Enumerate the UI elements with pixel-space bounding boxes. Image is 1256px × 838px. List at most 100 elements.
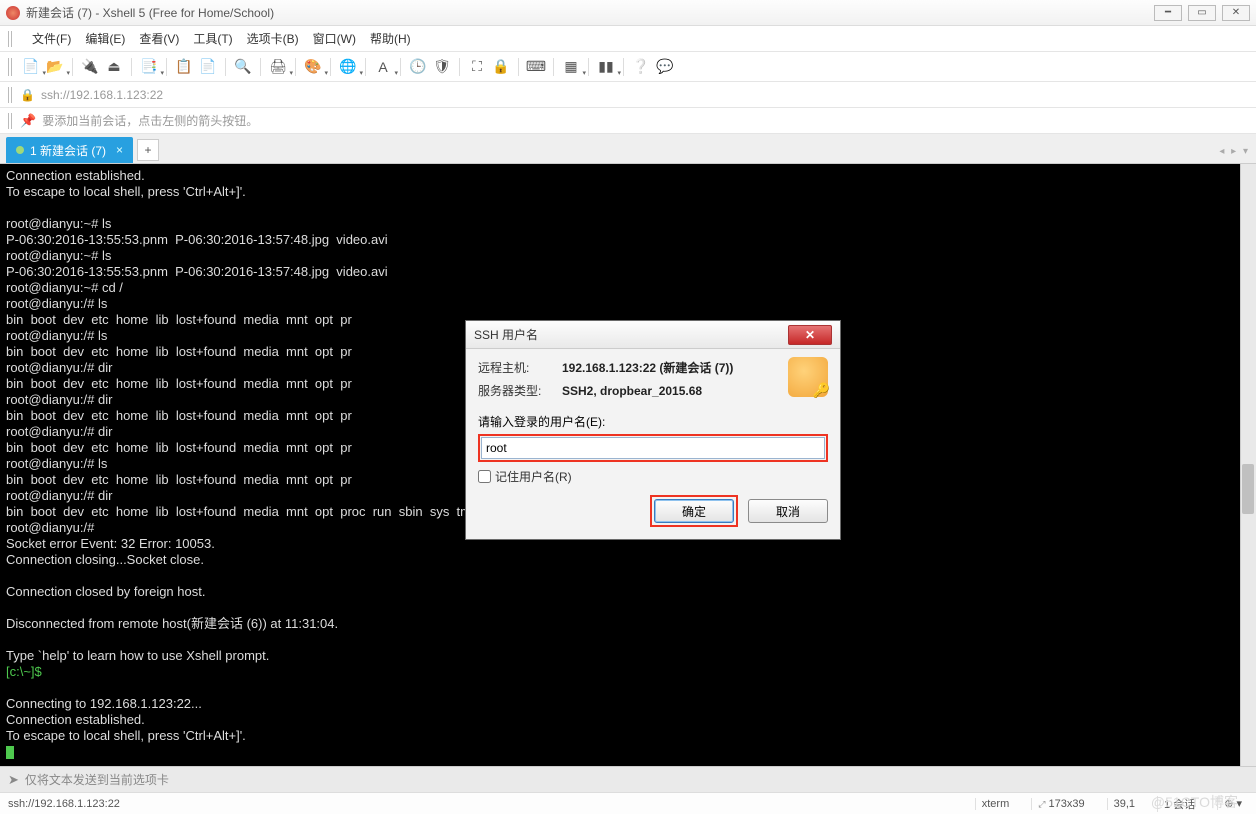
menu-window[interactable]: 窗口(W) xyxy=(313,30,356,47)
disconnect-button[interactable]: ⏏ xyxy=(103,56,125,78)
lock-icon: 🔒 xyxy=(20,88,35,102)
term-line: bin boot dev etc home lib lost+found med… xyxy=(6,472,352,487)
term-line: Connection established. xyxy=(6,168,145,183)
dialog-title: SSH 用户名 xyxy=(474,326,538,343)
term-line: root@dianyu:/# dir xyxy=(6,424,112,439)
ssh-username-dialog: SSH 用户名 ✕ 远程主机: 192.168.1.123:22 (新建会话 (… xyxy=(465,320,841,540)
dialog-close-button[interactable]: ✕ xyxy=(788,325,832,345)
lock-button[interactable]: 🔒 xyxy=(490,56,512,78)
term-line: bin boot dev etc home lib lost+found med… xyxy=(6,440,352,455)
term-line: root@dianyu:~# cd / xyxy=(6,280,123,295)
term-line: Disconnected from remote host(新建会话 (6)) … xyxy=(6,616,338,631)
help-button[interactable]: ❔ xyxy=(630,56,652,78)
term-line: P-06:30:2016-13:55:53.pnm P-06:30:2016-1… xyxy=(6,264,388,279)
term-line: root@dianyu:/# dir xyxy=(6,360,112,375)
term-prompt: [c:\~]$ xyxy=(6,664,42,679)
maximize-button[interactable]: ▭ xyxy=(1188,5,1216,21)
toolbar: 📄▾ 📂▾ 🔌 ⏏ 📑▾ 📋 📄 🔍 🖨▾ 🎨▾ 🌐▾ A▾ 🕒 🛡 ⛶ 🔒 ⌨… xyxy=(0,52,1256,82)
new-session-button[interactable]: 📄▾ xyxy=(20,56,42,78)
reconnect-button[interactable]: 🔌 xyxy=(79,56,101,78)
status-term: xterm xyxy=(975,798,1016,810)
grip-icon xyxy=(8,31,14,47)
username-highlight xyxy=(478,434,828,462)
ok-highlight: 确定 xyxy=(650,495,738,527)
tab-close-icon[interactable]: × xyxy=(116,143,123,157)
menu-view[interactable]: 查看(V) xyxy=(139,30,179,47)
term-line: root@dianyu:/# dir xyxy=(6,488,112,503)
resize-icon: ⤢ xyxy=(1038,799,1045,809)
term-line: Connection closing...Socket close. xyxy=(6,552,204,567)
info-text: 要添加当前会话，点击左侧的箭头按钮。 xyxy=(42,112,258,129)
menubar: 文件(F) 编辑(E) 查看(V) 工具(T) 选项卡(B) 窗口(W) 帮助(… xyxy=(0,26,1256,52)
encoding-button[interactable]: 🌐▾ xyxy=(337,56,359,78)
remember-label: 记住用户名(R) xyxy=(495,468,572,485)
grip-icon xyxy=(8,87,14,103)
address-bar: 🔒 xyxy=(0,82,1256,108)
xagent-button[interactable]: 🕒 xyxy=(407,56,429,78)
send-bar[interactable]: ➤ 仅将文本发送到当前选项卡 xyxy=(0,766,1256,792)
username-input[interactable] xyxy=(481,437,825,459)
grip-icon xyxy=(8,113,14,129)
paste-button[interactable]: 📄 xyxy=(197,56,219,78)
keyboard-button[interactable]: ⌨ xyxy=(525,56,547,78)
cancel-button[interactable]: 取消 xyxy=(748,499,828,523)
layout-button[interactable]: ▦▾ xyxy=(560,56,582,78)
terminal-scrollbar[interactable] xyxy=(1240,164,1256,766)
open-button[interactable]: 📂▾ xyxy=(44,56,66,78)
term-line: root@dianyu:/# dir xyxy=(6,392,112,407)
term-line: P-06:30:2016-13:55:53.pnm P-06:30:2016-1… xyxy=(6,232,388,247)
scrollbar-thumb[interactable] xyxy=(1242,464,1254,514)
term-line: root@dianyu:~# ls xyxy=(6,216,111,231)
tile-button[interactable]: ▮▮▾ xyxy=(595,56,617,78)
add-tab-button[interactable]: + xyxy=(137,139,159,161)
dialog-title-bar[interactable]: SSH 用户名 ✕ xyxy=(466,321,840,349)
color-scheme-button[interactable]: 🎨▾ xyxy=(302,56,324,78)
term-line: Type `help' to learn how to use Xshell p… xyxy=(6,648,269,663)
host-value: 192.168.1.123:22 (新建会话 (7)) xyxy=(562,359,733,376)
xmanager-button[interactable]: 🛡 xyxy=(431,56,453,78)
menu-tabs[interactable]: 选项卡(B) xyxy=(247,30,299,47)
titlebar: 新建会话 (7) - Xshell 5 (Free for Home/Schoo… xyxy=(0,0,1256,26)
cursor-icon xyxy=(6,746,14,759)
menu-help[interactable]: 帮助(H) xyxy=(370,30,411,47)
status-pos: 39,1 xyxy=(1107,798,1141,810)
address-input[interactable] xyxy=(41,88,1248,102)
term-line: bin boot dev etc home lib lost+found med… xyxy=(6,408,352,423)
minimize-button[interactable]: ━ xyxy=(1154,5,1182,21)
window-title: 新建会话 (7) - Xshell 5 (Free for Home/Schoo… xyxy=(26,4,274,21)
menu-file[interactable]: 文件(F) xyxy=(32,30,71,47)
term-line: bin boot dev etc home lib lost+found med… xyxy=(6,344,352,359)
send-icon: ➤ xyxy=(8,772,19,788)
ok-button[interactable]: 确定 xyxy=(654,499,734,523)
status-size: ⤢ 173x39 xyxy=(1031,798,1090,810)
term-line: Connecting to 192.168.1.123:22... xyxy=(6,696,202,711)
properties-button[interactable]: 📑▾ xyxy=(138,56,160,78)
menu-tools[interactable]: 工具(T) xyxy=(193,30,232,47)
remember-checkbox-box[interactable] xyxy=(478,470,491,483)
type-label: 服务器类型: xyxy=(478,382,562,399)
status-bar: ssh://192.168.1.123:22 xterm ⤢ 173x39 39… xyxy=(0,792,1256,814)
remember-checkbox[interactable]: 记住用户名(R) xyxy=(478,468,828,485)
fullscreen-button[interactable]: ⛶ xyxy=(466,56,488,78)
info-bar: 📌 要添加当前会话，点击左侧的箭头按钮。 xyxy=(0,108,1256,134)
user-avatar-icon xyxy=(788,357,828,397)
username-prompt: 请输入登录的用户名(E): xyxy=(478,413,828,430)
feedback-button[interactable]: 💬 xyxy=(654,56,676,78)
font-button[interactable]: A▾ xyxy=(372,56,394,78)
term-line: root@dianyu:/# ls xyxy=(6,296,107,311)
type-value: SSH2, dropbear_2015.68 xyxy=(562,384,702,398)
menu-edit[interactable]: 编辑(E) xyxy=(85,30,125,47)
find-button[interactable]: 🔍 xyxy=(232,56,254,78)
pin-icon[interactable]: 📌 xyxy=(20,113,36,129)
print-button[interactable]: 🖨▾ xyxy=(267,56,289,78)
close-button[interactable]: ✕ xyxy=(1222,5,1250,21)
term-line: Connection established. xyxy=(6,712,145,727)
status-path: ssh://192.168.1.123:22 xyxy=(8,798,120,810)
tab-active[interactable]: 1 新建会话 (7) × xyxy=(6,137,133,163)
tab-nav[interactable]: ◂ ▸ ▾ xyxy=(1219,146,1250,157)
send-text: 仅将文本发送到当前选项卡 xyxy=(25,771,169,788)
copy-button[interactable]: 📋 xyxy=(173,56,195,78)
term-line: root@dianyu:~# ls xyxy=(6,248,111,263)
tab-bar: 1 新建会话 (7) × + ◂ ▸ ▾ xyxy=(0,134,1256,164)
term-line: root@dianyu:/# ls xyxy=(6,328,107,343)
